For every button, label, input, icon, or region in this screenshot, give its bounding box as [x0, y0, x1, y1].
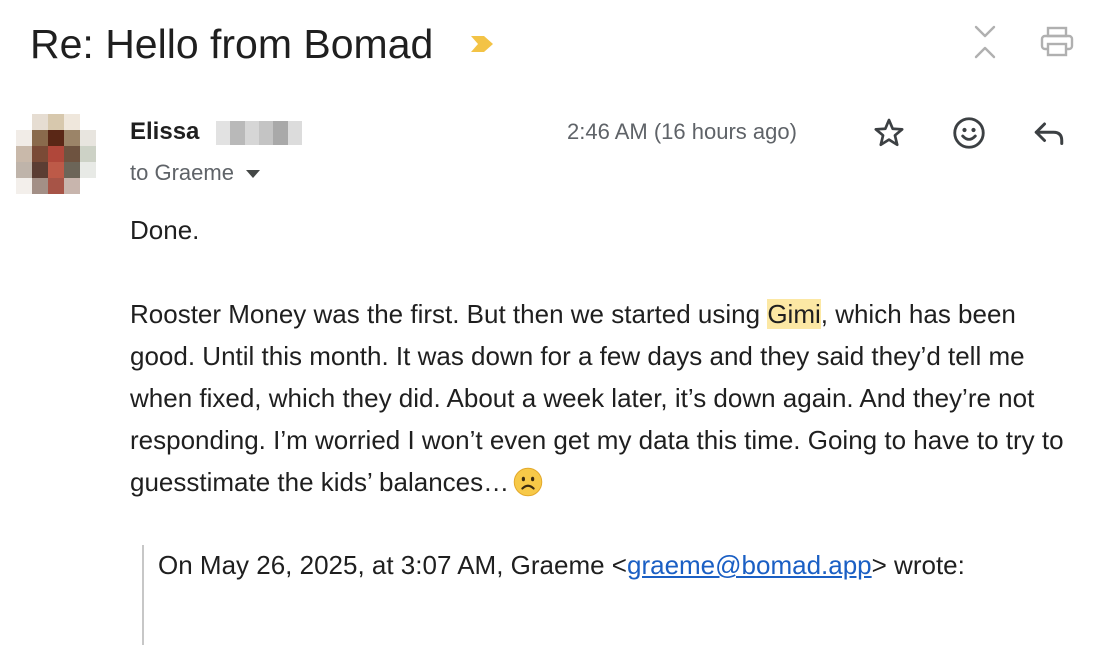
importance-marker-icon[interactable]: [469, 33, 495, 55]
search-highlight: Gimi: [767, 299, 821, 329]
sender-avatar[interactable]: [16, 114, 96, 194]
star-button[interactable]: [868, 112, 910, 154]
recipient-label: to Graeme: [130, 160, 234, 185]
reply-icon: [1034, 122, 1064, 145]
quote-suffix: > wrote:: [871, 550, 965, 580]
print-button[interactable]: [1037, 22, 1077, 62]
reply-button[interactable]: [1028, 112, 1070, 154]
quote-divider: [142, 545, 144, 645]
quoted-header: On May 26, 2025, at 3:07 AM, Graeme <gra…: [158, 544, 965, 586]
star-icon: [874, 118, 904, 147]
print-icon: [1040, 26, 1074, 57]
quote-prefix: On May 26, 2025, at 3:07 AM, Graeme <: [158, 550, 627, 580]
add-reaction-button[interactable]: [948, 112, 990, 154]
sender-email-link[interactable]: graeme@bomad.app: [627, 550, 872, 580]
message-paragraph: Rooster Money was the first. But then we…: [130, 293, 1070, 503]
chevron-down-icon: [245, 170, 260, 178]
email-subject: Re: Hello from Bomad: [30, 21, 434, 67]
sender-name[interactable]: Elissa: [130, 116, 199, 148]
collapse-all-icon: [974, 25, 996, 59]
recipient-details-toggle[interactable]: to Graeme: [130, 158, 260, 188]
message-timestamp: 2:46 AM (16 hours ago): [567, 119, 797, 144]
sad-face-emoji-icon: [513, 467, 543, 497]
emoji-reaction-icon: [953, 117, 985, 149]
message-greeting: Done.: [130, 215, 200, 245]
paragraph-text-start: Rooster Money was the first. But then we…: [130, 299, 768, 329]
collapse-all-button[interactable]: [965, 22, 1005, 62]
redacted-surname: [216, 121, 302, 145]
